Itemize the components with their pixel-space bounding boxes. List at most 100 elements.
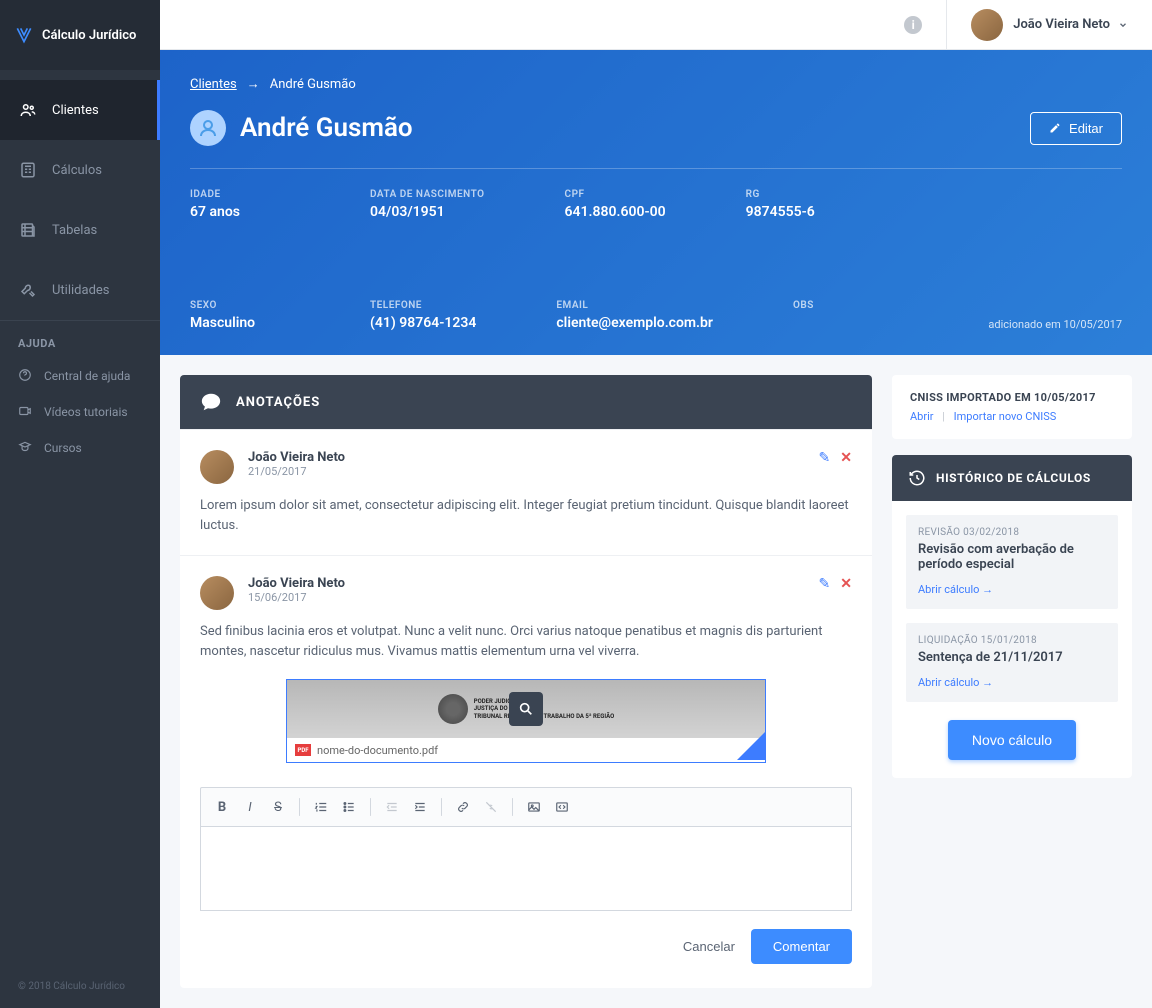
note-item: João Vieira Neto 15/06/2017 ✎ ✕ Sed fini… bbox=[180, 555, 872, 988]
zoom-icon[interactable] bbox=[509, 692, 543, 726]
note-edit-icon[interactable]: ✎ bbox=[819, 450, 831, 466]
history-title: HISTÓRICO DE CÁLCULOS bbox=[936, 471, 1091, 485]
courses-icon bbox=[18, 440, 34, 456]
nav-label: Utilidades bbox=[52, 283, 110, 298]
embed-icon[interactable] bbox=[551, 796, 573, 818]
note-author: João Vieira Neto bbox=[248, 450, 345, 465]
cniss-import-link[interactable]: Importar novo CNISS bbox=[954, 410, 1057, 423]
video-icon bbox=[18, 404, 34, 420]
pdf-badge-icon: PDF bbox=[295, 744, 311, 756]
cancel-button[interactable]: Cancelar bbox=[683, 939, 735, 954]
calc-icon bbox=[18, 160, 38, 180]
field-cpf: CPF641.880.600-00 bbox=[565, 189, 666, 220]
sidebar: Cálculo Jurídico Clientes Cálculos Tabel… bbox=[0, 0, 160, 1008]
help-item-central[interactable]: Central de ajuda bbox=[0, 358, 160, 394]
nav-item-calculos[interactable]: Cálculos bbox=[0, 140, 160, 200]
note-date: 15/06/2017 bbox=[248, 591, 345, 604]
history-meta: LIQUIDAÇÃO 15/01/2018 bbox=[918, 635, 1106, 646]
added-on: adicionado em 10/05/2017 bbox=[988, 318, 1122, 331]
field-nascimento: DATA DE NASCIMENTO04/03/1951 bbox=[370, 189, 485, 220]
notes-panel-header: ANOTAÇÕES bbox=[180, 375, 872, 429]
link-icon[interactable] bbox=[452, 796, 474, 818]
outdent-icon bbox=[381, 796, 403, 818]
page-title: André Gusmão bbox=[240, 113, 413, 143]
unordered-list-icon[interactable] bbox=[338, 796, 360, 818]
help-label: Vídeos tutoriais bbox=[44, 405, 128, 419]
client-avatar-icon bbox=[190, 110, 226, 146]
note-avatar bbox=[200, 450, 234, 484]
help-icon bbox=[18, 368, 34, 384]
cniss-card: CNISS IMPORTADO EM 10/05/2017 Abrir | Im… bbox=[892, 375, 1132, 439]
client-header: Clientes → André Gusmão André Gusmão Edi… bbox=[160, 50, 1152, 355]
breadcrumb-root[interactable]: Clientes bbox=[190, 77, 237, 92]
nav-item-clientes[interactable]: Clientes bbox=[0, 80, 160, 140]
help-item-videos[interactable]: Vídeos tutoriais bbox=[0, 394, 160, 430]
chevron-down-icon bbox=[1118, 20, 1128, 30]
help-label: Central de ajuda bbox=[44, 369, 130, 383]
topbar: i João Vieira Neto bbox=[160, 0, 1152, 50]
help-label: Cursos bbox=[44, 441, 82, 455]
note-item: João Vieira Neto 21/05/2017 ✎ ✕ Lorem ip… bbox=[180, 429, 872, 555]
info-icon[interactable]: i bbox=[904, 16, 922, 34]
history-open-link[interactable]: Abrir cálculo → bbox=[918, 676, 993, 689]
tables-icon bbox=[18, 220, 38, 240]
breadcrumb: Clientes → André Gusmão bbox=[190, 76, 1122, 92]
ordered-list-icon[interactable] bbox=[310, 796, 332, 818]
note-author: João Vieira Neto bbox=[248, 576, 345, 591]
bold-icon[interactable]: B bbox=[211, 796, 233, 818]
italic-icon[interactable]: I bbox=[239, 796, 261, 818]
user-avatar bbox=[971, 9, 1003, 41]
help-section-title: AJUDA bbox=[0, 320, 160, 358]
nav-item-tabelas[interactable]: Tabelas bbox=[0, 200, 160, 260]
note-body: Sed finibus lacinia eros et volutpat. Nu… bbox=[200, 622, 852, 661]
field-telefone: TELEFONE(41) 98764-1234 bbox=[370, 300, 476, 331]
note-body: Lorem ipsum dolor sit amet, consectetur … bbox=[200, 496, 852, 535]
field-idade: IDADE67 anos bbox=[190, 189, 290, 220]
cniss-title: CNISS IMPORTADO EM 10/05/2017 bbox=[910, 391, 1114, 404]
cniss-open-link[interactable]: Abrir bbox=[910, 410, 933, 423]
history-item-title: Sentença de 21/11/2017 bbox=[918, 650, 1106, 665]
history-item: REVISÃO 03/02/2018 Revisão com averbação… bbox=[906, 515, 1118, 609]
new-calc-button[interactable]: Novo cálculo bbox=[948, 720, 1076, 760]
main-nav: Clientes Cálculos Tabelas Utilidades AJU… bbox=[0, 70, 160, 965]
logo-icon bbox=[14, 25, 34, 45]
brand-logo[interactable]: Cálculo Jurídico bbox=[0, 0, 160, 70]
image-icon[interactable] bbox=[523, 796, 545, 818]
history-item-title: Revisão com averbação de período especia… bbox=[918, 542, 1106, 572]
nav-label: Tabelas bbox=[52, 223, 97, 238]
nav-item-utilidades[interactable]: Utilidades bbox=[0, 260, 160, 320]
attachment-preview: PODER JUDICIÁRIO JUSTIÇA DO TRABALHO TRI… bbox=[287, 680, 765, 738]
history-open-link[interactable]: Abrir cálculo → bbox=[918, 583, 993, 596]
note-date: 21/05/2017 bbox=[248, 465, 345, 478]
field-sexo: SEXOMasculino bbox=[190, 300, 290, 331]
history-meta: REVISÃO 03/02/2018 bbox=[918, 527, 1106, 538]
arrow-right-icon: → bbox=[247, 76, 260, 92]
field-rg: RG9874555-6 bbox=[746, 189, 846, 220]
attachment[interactable]: PODER JUDICIÁRIO JUSTIÇA DO TRABALHO TRI… bbox=[286, 679, 766, 763]
note-edit-icon[interactable]: ✎ bbox=[819, 576, 831, 592]
indent-icon[interactable] bbox=[409, 796, 431, 818]
note-delete-icon[interactable]: ✕ bbox=[840, 576, 852, 592]
court-seal-icon bbox=[438, 694, 468, 724]
field-obs: OBS bbox=[793, 300, 893, 331]
edit-button[interactable]: Editar bbox=[1030, 112, 1122, 145]
user-name: João Vieira Neto bbox=[1013, 17, 1110, 32]
attachment-preview-text: PODER JUDICIÁRIO JUSTIÇA DO TRABALHO TRI… bbox=[474, 698, 615, 720]
chat-bubble-icon bbox=[200, 391, 222, 413]
sidebar-footer: © 2018 Cálculo Jurídico bbox=[0, 965, 160, 1008]
attachment-filename: nome-do-documento.pdf bbox=[317, 744, 438, 757]
history-item: LIQUIDAÇÃO 15/01/2018 Sentença de 21/11/… bbox=[906, 623, 1118, 702]
nav-label: Cálculos bbox=[52, 163, 102, 178]
user-menu[interactable]: João Vieira Neto bbox=[946, 0, 1128, 49]
editor-textarea[interactable] bbox=[200, 827, 852, 911]
logo-text: Cálculo Jurídico bbox=[42, 28, 136, 43]
history-panel: HISTÓRICO DE CÁLCULOS REVISÃO 03/02/2018… bbox=[892, 455, 1132, 778]
page-fold-icon bbox=[737, 732, 765, 760]
help-item-cursos[interactable]: Cursos bbox=[0, 430, 160, 466]
comment-button[interactable]: Comentar bbox=[751, 929, 852, 964]
edit-label: Editar bbox=[1069, 121, 1103, 136]
note-delete-icon[interactable]: ✕ bbox=[840, 450, 852, 466]
unlink-icon bbox=[480, 796, 502, 818]
strike-icon[interactable]: S bbox=[267, 796, 289, 818]
history-clock-icon bbox=[908, 469, 926, 487]
